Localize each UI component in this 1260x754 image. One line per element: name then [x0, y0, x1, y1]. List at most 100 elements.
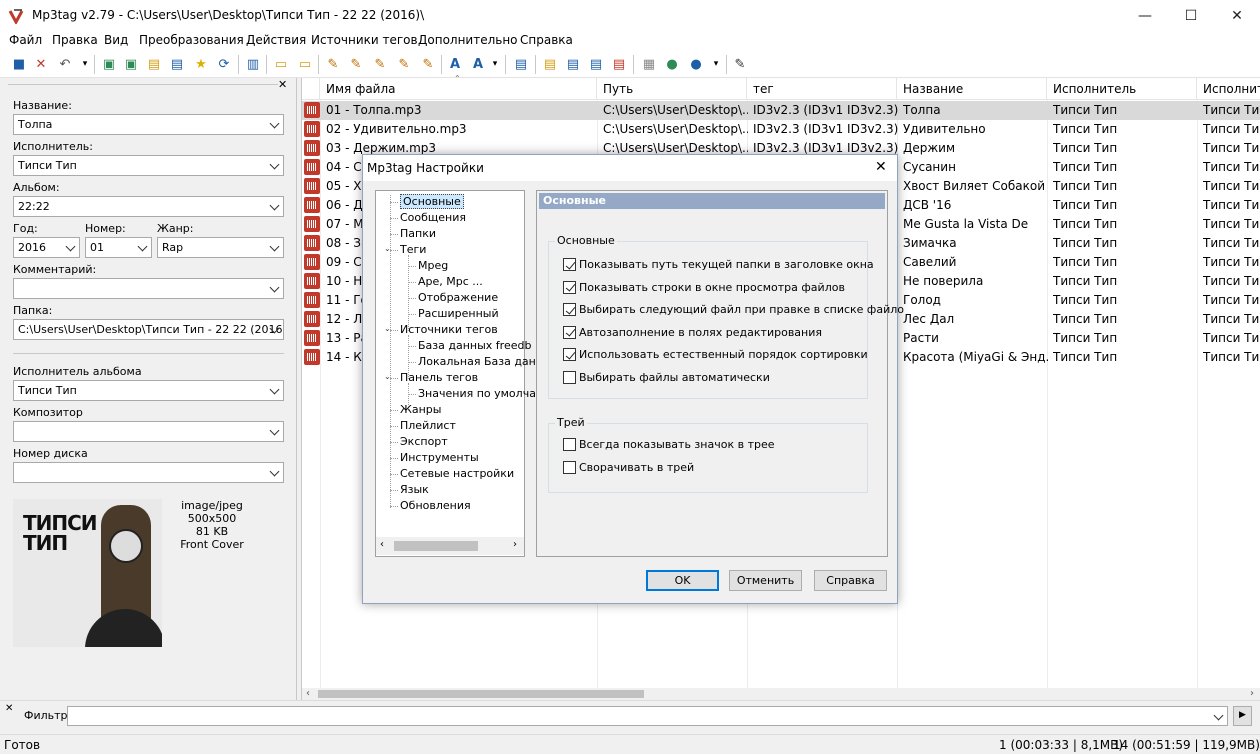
tree-item[interactable]: Панель тегов — [400, 371, 478, 384]
tree-item[interactable]: Локальная База данн — [418, 355, 543, 368]
header-title[interactable]: Название — [897, 78, 1047, 100]
freedb-icon[interactable]: ▦ — [640, 55, 658, 73]
chevron-down-icon[interactable] — [270, 160, 280, 170]
filter-close-icon[interactable]: ✕ — [5, 703, 13, 714]
tree-item[interactable]: Расширенный — [418, 307, 499, 320]
select-all-icon[interactable]: ▭ — [272, 55, 290, 73]
checkbox-box[interactable] — [563, 325, 576, 339]
table-row[interactable]: 01 - Толпа.mp3 C:\Users\User\Desktop\... I… — [302, 101, 1260, 120]
tree-item[interactable]: Жанры — [400, 403, 441, 416]
add-dir-icon[interactable]: ▣ — [122, 55, 140, 73]
tree-item[interactable]: Папки — [400, 227, 436, 240]
comment-field[interactable] — [13, 278, 284, 299]
favorites-icon[interactable]: ★ — [192, 55, 210, 73]
tree-item[interactable]: Инструменты — [400, 451, 479, 464]
genre-field[interactable]: Rap — [157, 237, 284, 258]
tag-source-dropdown-icon[interactable]: ▾ — [707, 55, 725, 73]
scrollbar-thumb[interactable] — [394, 541, 478, 551]
header-tag[interactable]: тег — [747, 78, 897, 100]
tag-filename-icon[interactable]: ✎ — [324, 55, 342, 73]
tree-item[interactable]: Значения по умолчан — [418, 387, 543, 400]
tree-item[interactable]: Экспорт — [400, 435, 448, 448]
tag-tag-icon[interactable]: ✎ — [395, 55, 413, 73]
tag-panel-icon[interactable]: ▥ — [244, 55, 262, 73]
checkbox-box[interactable] — [563, 371, 576, 384]
track-field[interactable]: 01 — [85, 237, 152, 258]
replace-icon[interactable]: A — [469, 55, 487, 73]
menu-actions[interactable]: Действия — [246, 33, 306, 47]
tree-horizontal-scrollbar[interactable]: ‹ › — [376, 537, 524, 555]
filename-tag-icon[interactable]: ✎ — [347, 55, 365, 73]
header-path[interactable]: Путь — [597, 78, 747, 100]
menu-extra[interactable]: Дополнительно — [418, 33, 518, 47]
export-config-icon[interactable]: ▤ — [587, 55, 605, 73]
playlist-create-icon[interactable]: ▤ — [610, 55, 628, 73]
chevron-down-icon[interactable] — [270, 426, 280, 436]
undo-icon[interactable]: ↶ — [56, 55, 74, 73]
chevron-down-icon[interactable] — [270, 283, 280, 293]
open-folder-icon[interactable]: ▤ — [145, 55, 163, 73]
header-icon-col[interactable] — [302, 78, 320, 100]
change-dir-icon[interactable]: ▣ — [100, 55, 118, 73]
filter-input[interactable] — [67, 706, 1228, 726]
text-tag-icon[interactable]: ✎ — [371, 55, 389, 73]
panel-close-icon[interactable]: ✕ — [278, 78, 287, 91]
horizontal-scrollbar[interactable]: ‹ › — [302, 688, 1260, 700]
playlist-icon[interactable]: ▤ — [541, 55, 559, 73]
tree-item[interactable]: Сообщения — [400, 211, 466, 224]
export-icon[interactable]: ▤ — [564, 55, 582, 73]
menu-edit[interactable]: Правка — [52, 33, 98, 47]
menu-view[interactable]: Вид — [104, 33, 128, 47]
year-field[interactable]: 2016 — [13, 237, 80, 258]
album-field[interactable]: 22:22 — [13, 196, 284, 217]
chevron-down-icon[interactable] — [270, 242, 280, 252]
composer-field[interactable] — [13, 421, 284, 442]
tree-item[interactable]: Язык — [400, 483, 429, 496]
tree-item[interactable]: Mpeg — [418, 259, 448, 272]
table-row[interactable]: 02 - Удивительно.mp3 C:\Users\User\Deskto… — [302, 120, 1260, 139]
tree-item[interactable]: Обновления — [400, 499, 471, 512]
chevron-down-icon[interactable] — [270, 201, 280, 211]
chevron-down-icon[interactable] — [66, 242, 76, 252]
replace-dropdown-icon[interactable]: ▾ — [486, 55, 504, 73]
extended-tags-icon[interactable]: ▤ — [512, 55, 530, 73]
header-artist[interactable]: Исполнитель — [1047, 78, 1197, 100]
album-artist-field[interactable]: Типси Тип — [13, 380, 284, 401]
expand-toggle-icon[interactable]: ⌄ — [384, 324, 393, 333]
expand-toggle-icon[interactable]: ⌄ — [384, 244, 393, 253]
chevron-down-icon[interactable] — [1214, 711, 1224, 721]
disc-field[interactable] — [13, 462, 284, 483]
save-icon[interactable]: ■ — [10, 55, 28, 73]
scrollbar-thumb[interactable] — [318, 690, 644, 698]
chevron-down-icon[interactable] — [270, 385, 280, 395]
help-button[interactable]: Справка — [814, 570, 887, 591]
web-source-icon[interactable]: ● — [663, 55, 681, 73]
maximize-button[interactable]: ☐ — [1168, 0, 1214, 31]
ok-button[interactable]: OK — [646, 570, 719, 591]
title-field[interactable]: Толпа — [13, 114, 284, 135]
scroll-right-icon[interactable]: › — [513, 539, 517, 550]
tag-source-icon[interactable]: ● — [687, 55, 705, 73]
close-button[interactable]: ✕ — [1214, 0, 1260, 31]
header-album-artist[interactable]: Исполнит — [1197, 78, 1260, 100]
tree-item[interactable]: Ape, Mpc ... — [418, 275, 483, 288]
checkbox-box[interactable] — [563, 348, 576, 362]
checkbox-box[interactable] — [563, 461, 576, 474]
minimize-button[interactable]: — — [1122, 0, 1168, 31]
remove-tag-icon[interactable]: ✕ — [32, 55, 50, 73]
checkbox-box[interactable] — [563, 280, 576, 294]
chevron-down-icon[interactable] — [270, 467, 280, 477]
dialog-close-button[interactable]: ✕ — [875, 159, 887, 175]
tree-item[interactable]: Источники тегов — [400, 323, 498, 336]
expand-toggle-icon[interactable]: ⌄ — [384, 372, 393, 381]
menu-tag-sources[interactable]: Источники тегов — [311, 33, 418, 47]
menu-help[interactable]: Справка — [520, 33, 573, 47]
menu-file[interactable]: Файл — [9, 33, 42, 47]
chevron-down-icon[interactable] — [270, 119, 280, 129]
chevron-down-icon[interactable] — [138, 242, 148, 252]
autonumber-icon[interactable]: ✎ — [419, 55, 437, 73]
chevron-down-icon[interactable] — [270, 324, 280, 334]
scroll-right-icon[interactable]: › — [1250, 688, 1254, 699]
settings-wrench-icon[interactable]: ✎ — [731, 55, 749, 73]
cover-art[interactable]: ТИПСИ ТИП — [13, 499, 162, 647]
